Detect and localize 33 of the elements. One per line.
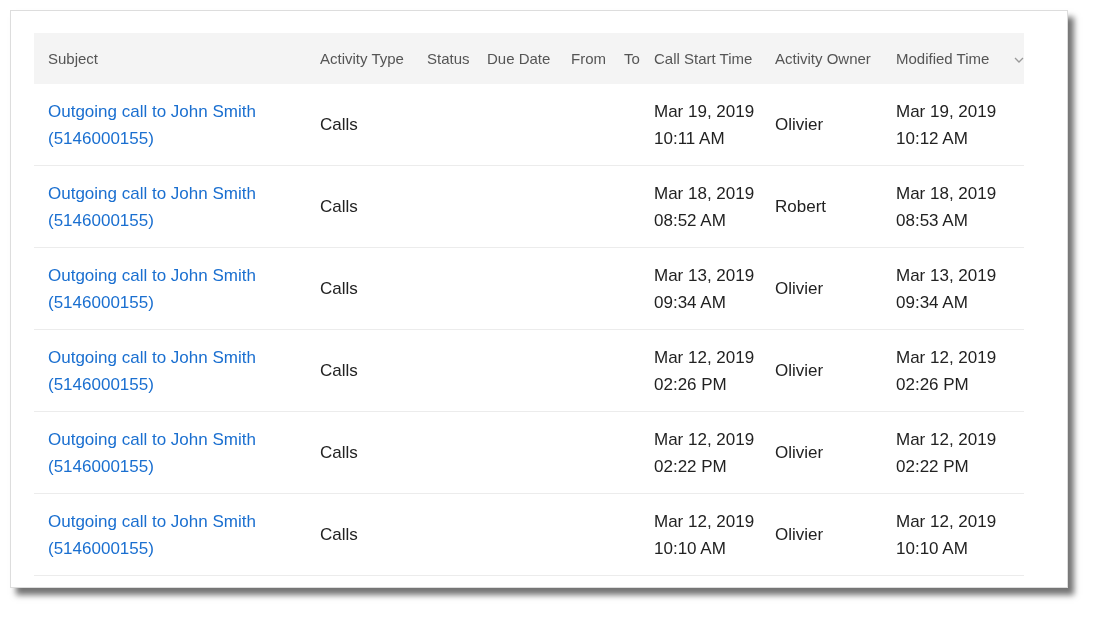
table-cell-text: Calls bbox=[320, 442, 358, 464]
caret-icon[interactable] bbox=[1014, 57, 1024, 63]
subject-link[interactable]: Outgoing call to John Smith (5146000155) bbox=[48, 97, 288, 152]
column-header[interactable]: Subject bbox=[48, 50, 99, 67]
table-cell-text: Olivier bbox=[775, 442, 824, 464]
table-cell-text: Olivier bbox=[775, 278, 824, 300]
table-cell-text: Calls bbox=[320, 278, 358, 300]
table-cell-text: Calls bbox=[320, 524, 358, 546]
table-cell-text: Mar 12, 2019 02:26 PM bbox=[896, 346, 998, 396]
table-cell-text: Olivier bbox=[775, 360, 824, 382]
table-cell-text: Mar 19, 2019 10:11 AM bbox=[654, 100, 756, 150]
table-cell-text: Mar 12, 2019 02:22 PM bbox=[896, 428, 998, 478]
table-cell-text: Mar 12, 2019 10:10 AM bbox=[654, 510, 756, 560]
table-cell-text: Mar 19, 2019 10:12 AM bbox=[896, 100, 998, 150]
table-cell-text: Mar 18, 2019 08:53 AM bbox=[896, 182, 998, 232]
table-cell-text: Calls bbox=[320, 196, 358, 218]
table-cell-text: Olivier bbox=[775, 524, 824, 546]
table-cell-text: Mar 18, 2019 08:52 AM bbox=[654, 182, 756, 232]
subject-link[interactable]: Outgoing call to John Smith (5146000155) bbox=[48, 425, 288, 480]
table-cell-text: Mar 12, 2019 10:10 AM bbox=[896, 510, 998, 560]
subject-link[interactable]: Outgoing call to John Smith (5146000155) bbox=[48, 507, 288, 562]
table-cell-text: Calls bbox=[320, 114, 358, 136]
table-cell-text: Robert bbox=[775, 196, 827, 218]
subject-link[interactable]: Outgoing call to John Smith (5146000155) bbox=[48, 343, 288, 398]
subject-link[interactable]: Outgoing call to John Smith (5146000155) bbox=[48, 261, 288, 316]
table-cell-text: Mar 12, 2019 02:26 PM bbox=[654, 346, 756, 396]
table-cell-text: Mar 13, 2019 09:34 AM bbox=[896, 264, 998, 314]
subject-link[interactable]: Outgoing call to John Smith (5146000155) bbox=[48, 179, 288, 234]
table-cell-text: Calls bbox=[320, 360, 358, 382]
table-cell-text: Mar 13, 2019 09:34 AM bbox=[654, 264, 756, 314]
column-header[interactable]: To bbox=[624, 50, 640, 67]
table-cell-text: Olivier bbox=[775, 114, 824, 136]
table-cell-text: Mar 12, 2019 02:22 PM bbox=[654, 428, 756, 478]
